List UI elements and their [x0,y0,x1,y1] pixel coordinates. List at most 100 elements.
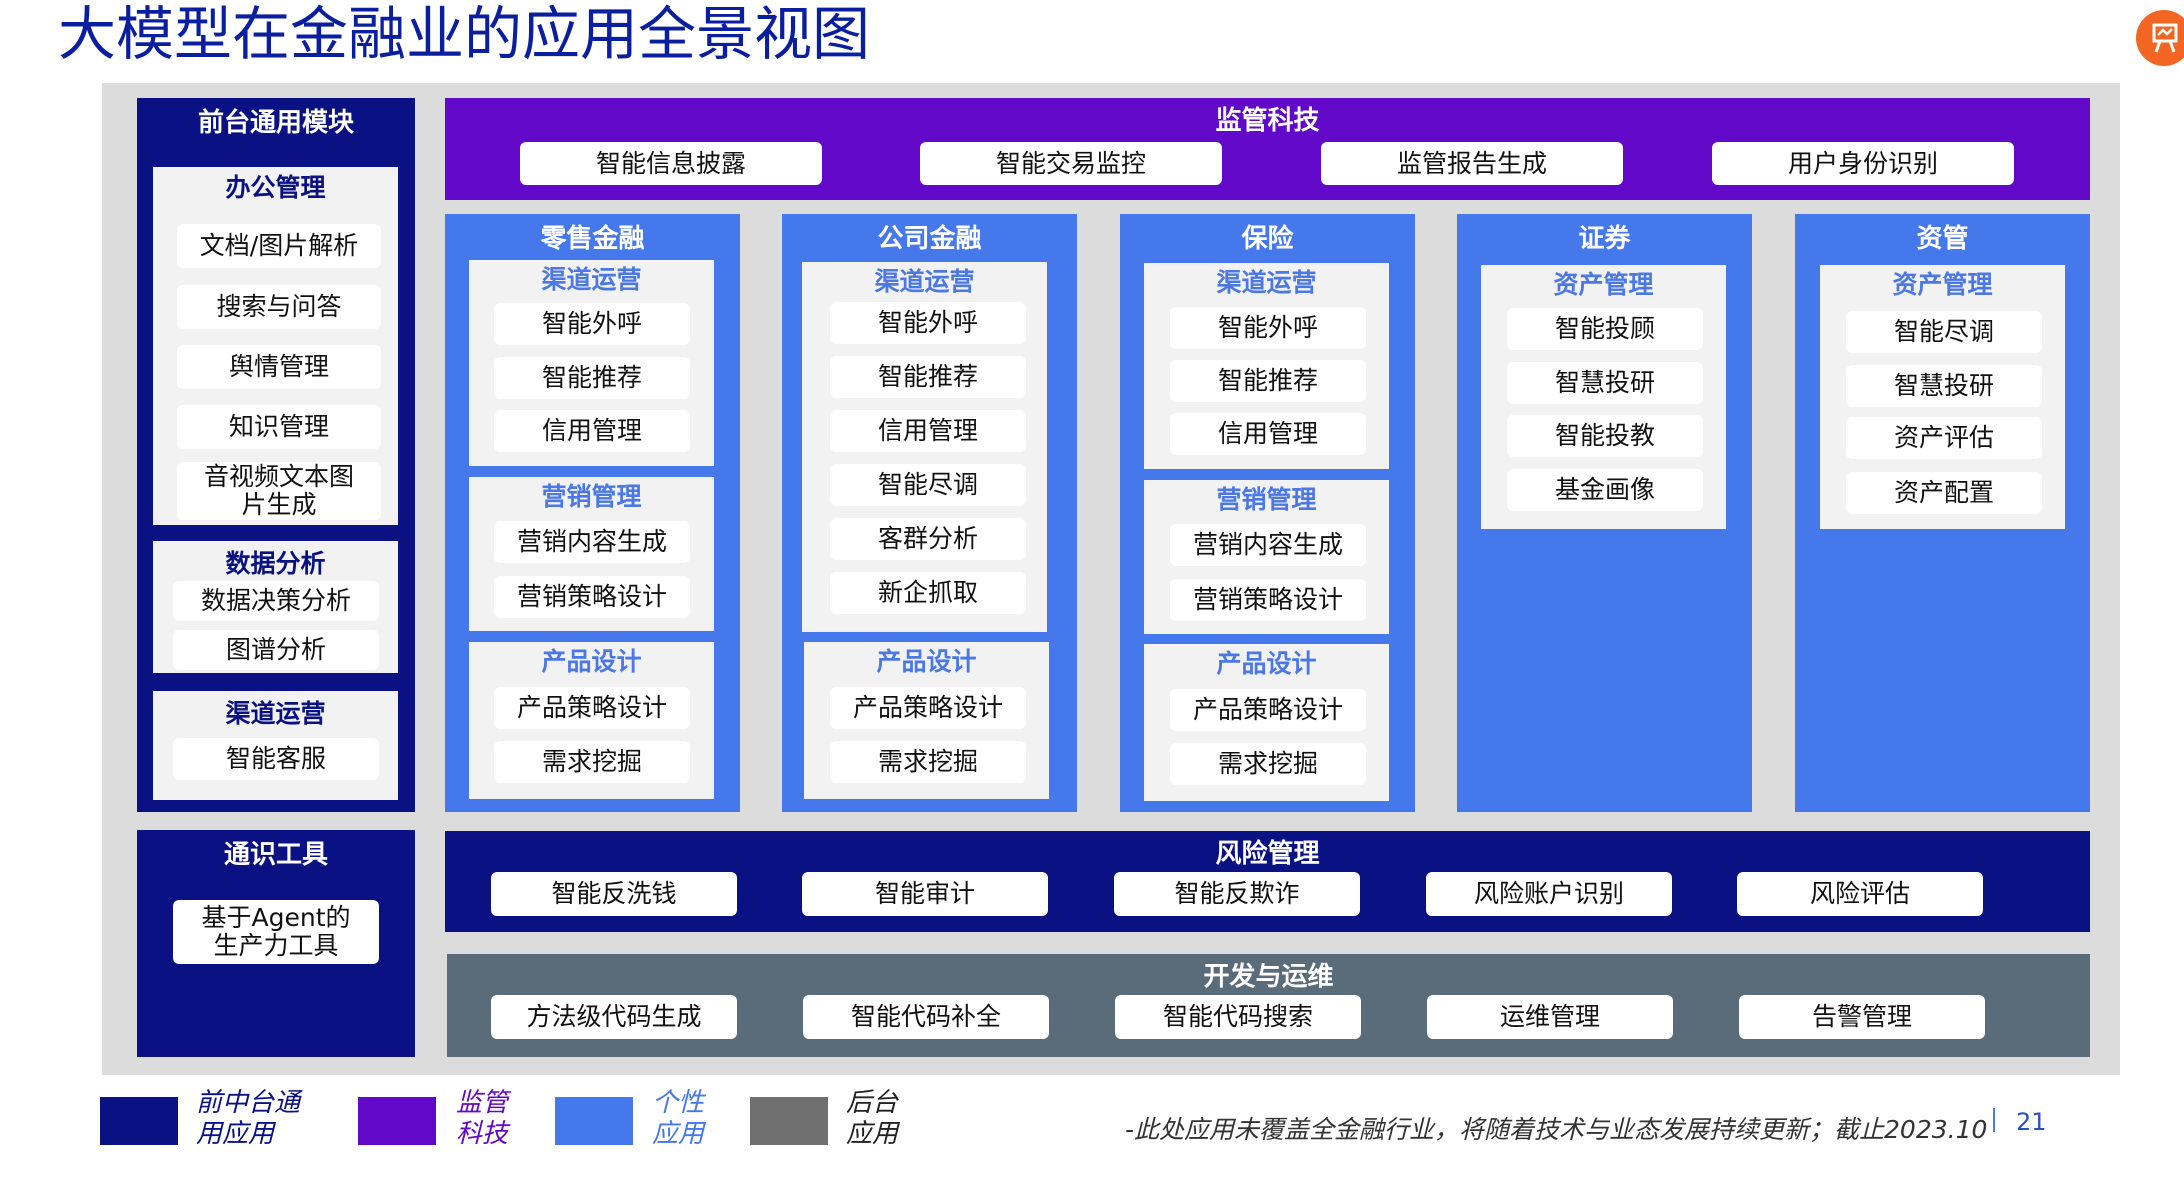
corporate-product-title: 产品设计 [876,647,977,676]
corporate-product-group: 产品设计 产品策略设计 需求挖掘 [804,642,1049,799]
agent-tool-item[interactable]: 基于Agent的生产力工具 [173,900,379,964]
risk-item[interactable]: 智能审计 [802,872,1048,916]
regtech-item[interactable]: 智能信息披露 [520,142,822,185]
retail-product-item[interactable]: 产品策略设计 [494,687,690,729]
insurance-header: 保险 [1241,224,1294,254]
asset-mgmt-item[interactable]: 资产评估 [1846,417,2042,459]
corporate-channel-group: 渠道运营 智能外呼 智能推荐 信用管理 智能尽调 客群分析 新企抓取 [802,262,1047,632]
risk-item[interactable]: 风险评估 [1737,872,1983,916]
risk-item[interactable]: 智能反洗钱 [491,872,737,916]
channel-group: 渠道运营 智能客服 [153,691,398,800]
corporate-channel-item[interactable]: 智能尽调 [830,464,1026,506]
retail-product-title: 产品设计 [541,647,642,676]
legend-label-backend: 后台应用 [846,1088,899,1149]
devops-header: 开发与运维 [1203,962,1334,992]
insurance-product-group: 产品设计 产品策略设计 需求挖掘 [1144,644,1389,801]
insurance-marketing-group: 营销管理 营销内容生成 营销策略设计 [1144,480,1389,634]
office-item[interactable]: 文档/图片解析 [177,224,381,268]
insurance-channel-item[interactable]: 智能推荐 [1170,360,1366,402]
office-item[interactable]: 音视频文本图片生成 [177,462,381,520]
asset-mgmt-title: 资产管理 [1892,270,1993,299]
footnote: -此处应用未覆盖全金融行业，将随着技术与业态发展持续更新；截止2023.10 [1125,1115,1988,1144]
legend-swatch-regtech [358,1097,436,1145]
corporate-channel-item[interactable]: 智能推荐 [830,356,1026,398]
insurance-marketing-item[interactable]: 营销策略设计 [1170,579,1366,621]
legend-label-regtech: 监管科技 [456,1088,509,1149]
asset-mgmt-group: 资产管理 智能尽调 智慧投研 资产评估 资产配置 [1820,265,2065,529]
securities-asset-item[interactable]: 智慧投研 [1507,362,1703,404]
corporate-product-item[interactable]: 产品策略设计 [830,687,1026,729]
corporate-header: 公司金融 [877,224,982,254]
channel-item[interactable]: 智能客服 [173,738,379,780]
retail-channel-item[interactable]: 智能外呼 [494,303,690,345]
insurance-channel-item[interactable]: 信用管理 [1170,413,1366,455]
corporate-channel-item[interactable]: 智能外呼 [830,302,1026,344]
devops-item[interactable]: 智能代码补全 [803,995,1049,1039]
knowledge-tools-header: 通识工具 [223,840,328,870]
insurance-product-title: 产品设计 [1216,649,1317,678]
regtech-header: 监管科技 [1215,106,1320,136]
corporate-product-item[interactable]: 需求挖掘 [830,741,1026,783]
devops-panel: 开发与运维 方法级代码生成 智能代码补全 智能代码搜索 运维管理 告警管理 [447,954,2090,1057]
office-item[interactable]: 知识管理 [177,405,381,449]
devops-item[interactable]: 运维管理 [1427,995,1673,1039]
securities-asset-item[interactable]: 智能投顾 [1507,308,1703,350]
risk-item[interactable]: 风险账户识别 [1426,872,1672,916]
presentation-icon[interactable] [2136,10,2184,66]
asset-mgmt-item[interactable]: 智慧投研 [1846,365,2042,407]
securities-asset-item[interactable]: 基金画像 [1507,469,1703,511]
page-title: 大模型在金融业的应用全景视图 [58,0,871,68]
devops-item[interactable]: 告警管理 [1739,995,1985,1039]
office-item[interactable]: 舆情管理 [177,345,381,389]
corporate-channel-item[interactable]: 信用管理 [830,410,1026,452]
securities-asset-group: 资产管理 智能投顾 智慧投研 智能投教 基金画像 [1481,265,1726,529]
front-module-header: 前台通用模块 [197,108,354,138]
data-analysis-item[interactable]: 图谱分析 [173,630,379,670]
risk-item[interactable]: 智能反欺诈 [1114,872,1360,916]
retail-product-group: 产品设计 产品策略设计 需求挖掘 [469,642,714,799]
corporate-channel-title: 渠道运营 [874,267,975,296]
securities-asset-title: 资产管理 [1553,270,1654,299]
retail-channel-item[interactable]: 智能推荐 [494,357,690,399]
legend-swatch-custom [555,1097,633,1145]
regtech-panel: 监管科技 智能信息披露 智能交易监控 监管报告生成 用户身份识别 [445,98,2090,200]
insurance-channel-group: 渠道运营 智能外呼 智能推荐 信用管理 [1144,263,1389,469]
retail-channel-group: 渠道运营 智能外呼 智能推荐 信用管理 [469,260,714,466]
regtech-item[interactable]: 监管报告生成 [1321,142,1623,185]
regtech-item[interactable]: 用户身份识别 [1712,142,2014,185]
devops-item[interactable]: 智能代码搜索 [1115,995,1361,1039]
regtech-item[interactable]: 智能交易监控 [920,142,1222,185]
asset-mgmt-item[interactable]: 资产配置 [1846,472,2042,514]
devops-item[interactable]: 方法级代码生成 [491,995,737,1039]
retail-marketing-item[interactable]: 营销内容生成 [494,521,690,563]
retail-marketing-group: 营销管理 营销内容生成 营销策略设计 [469,477,714,631]
insurance-product-item[interactable]: 需求挖掘 [1170,743,1366,785]
retail-channel-title: 渠道运营 [541,265,642,294]
securities-header: 证券 [1578,224,1631,254]
retail-header: 零售金融 [540,224,645,254]
securities-asset-item[interactable]: 智能投教 [1507,415,1703,457]
insurance-channel-item[interactable]: 智能外呼 [1170,307,1366,349]
legend-swatch-backend [750,1097,828,1145]
knowledge-tools-panel: 通识工具 基于Agent的生产力工具 [137,830,415,1057]
legend-label-front: 前中台通用应用 [196,1088,301,1149]
retail-product-item[interactable]: 需求挖掘 [494,741,690,783]
insurance-marketing-item[interactable]: 营销内容生成 [1170,524,1366,566]
asset-mgmt-header: 资管 [1916,224,1969,254]
data-analysis-group: 数据分析 数据决策分析 图谱分析 [153,541,398,673]
insurance-product-item[interactable]: 产品策略设计 [1170,689,1366,731]
data-analysis-item[interactable]: 数据决策分析 [173,581,379,621]
retail-channel-item[interactable]: 信用管理 [494,410,690,452]
office-title: 办公管理 [225,173,326,202]
legend-label-custom: 个性应用 [652,1088,705,1149]
retail-marketing-title: 营销管理 [541,482,642,511]
legend-swatch-front [100,1097,178,1145]
corporate-channel-item[interactable]: 客群分析 [830,518,1026,560]
page-divider [1993,1108,1995,1132]
corporate-channel-item[interactable]: 新企抓取 [830,572,1026,614]
asset-mgmt-item[interactable]: 智能尽调 [1846,311,2042,353]
channel-title: 渠道运营 [225,699,326,728]
retail-marketing-item[interactable]: 营销策略设计 [494,576,690,618]
office-group: 办公管理 文档/图片解析 搜索与问答 舆情管理 知识管理 音视频文本图片生成 [153,167,398,525]
office-item[interactable]: 搜索与问答 [177,285,381,329]
